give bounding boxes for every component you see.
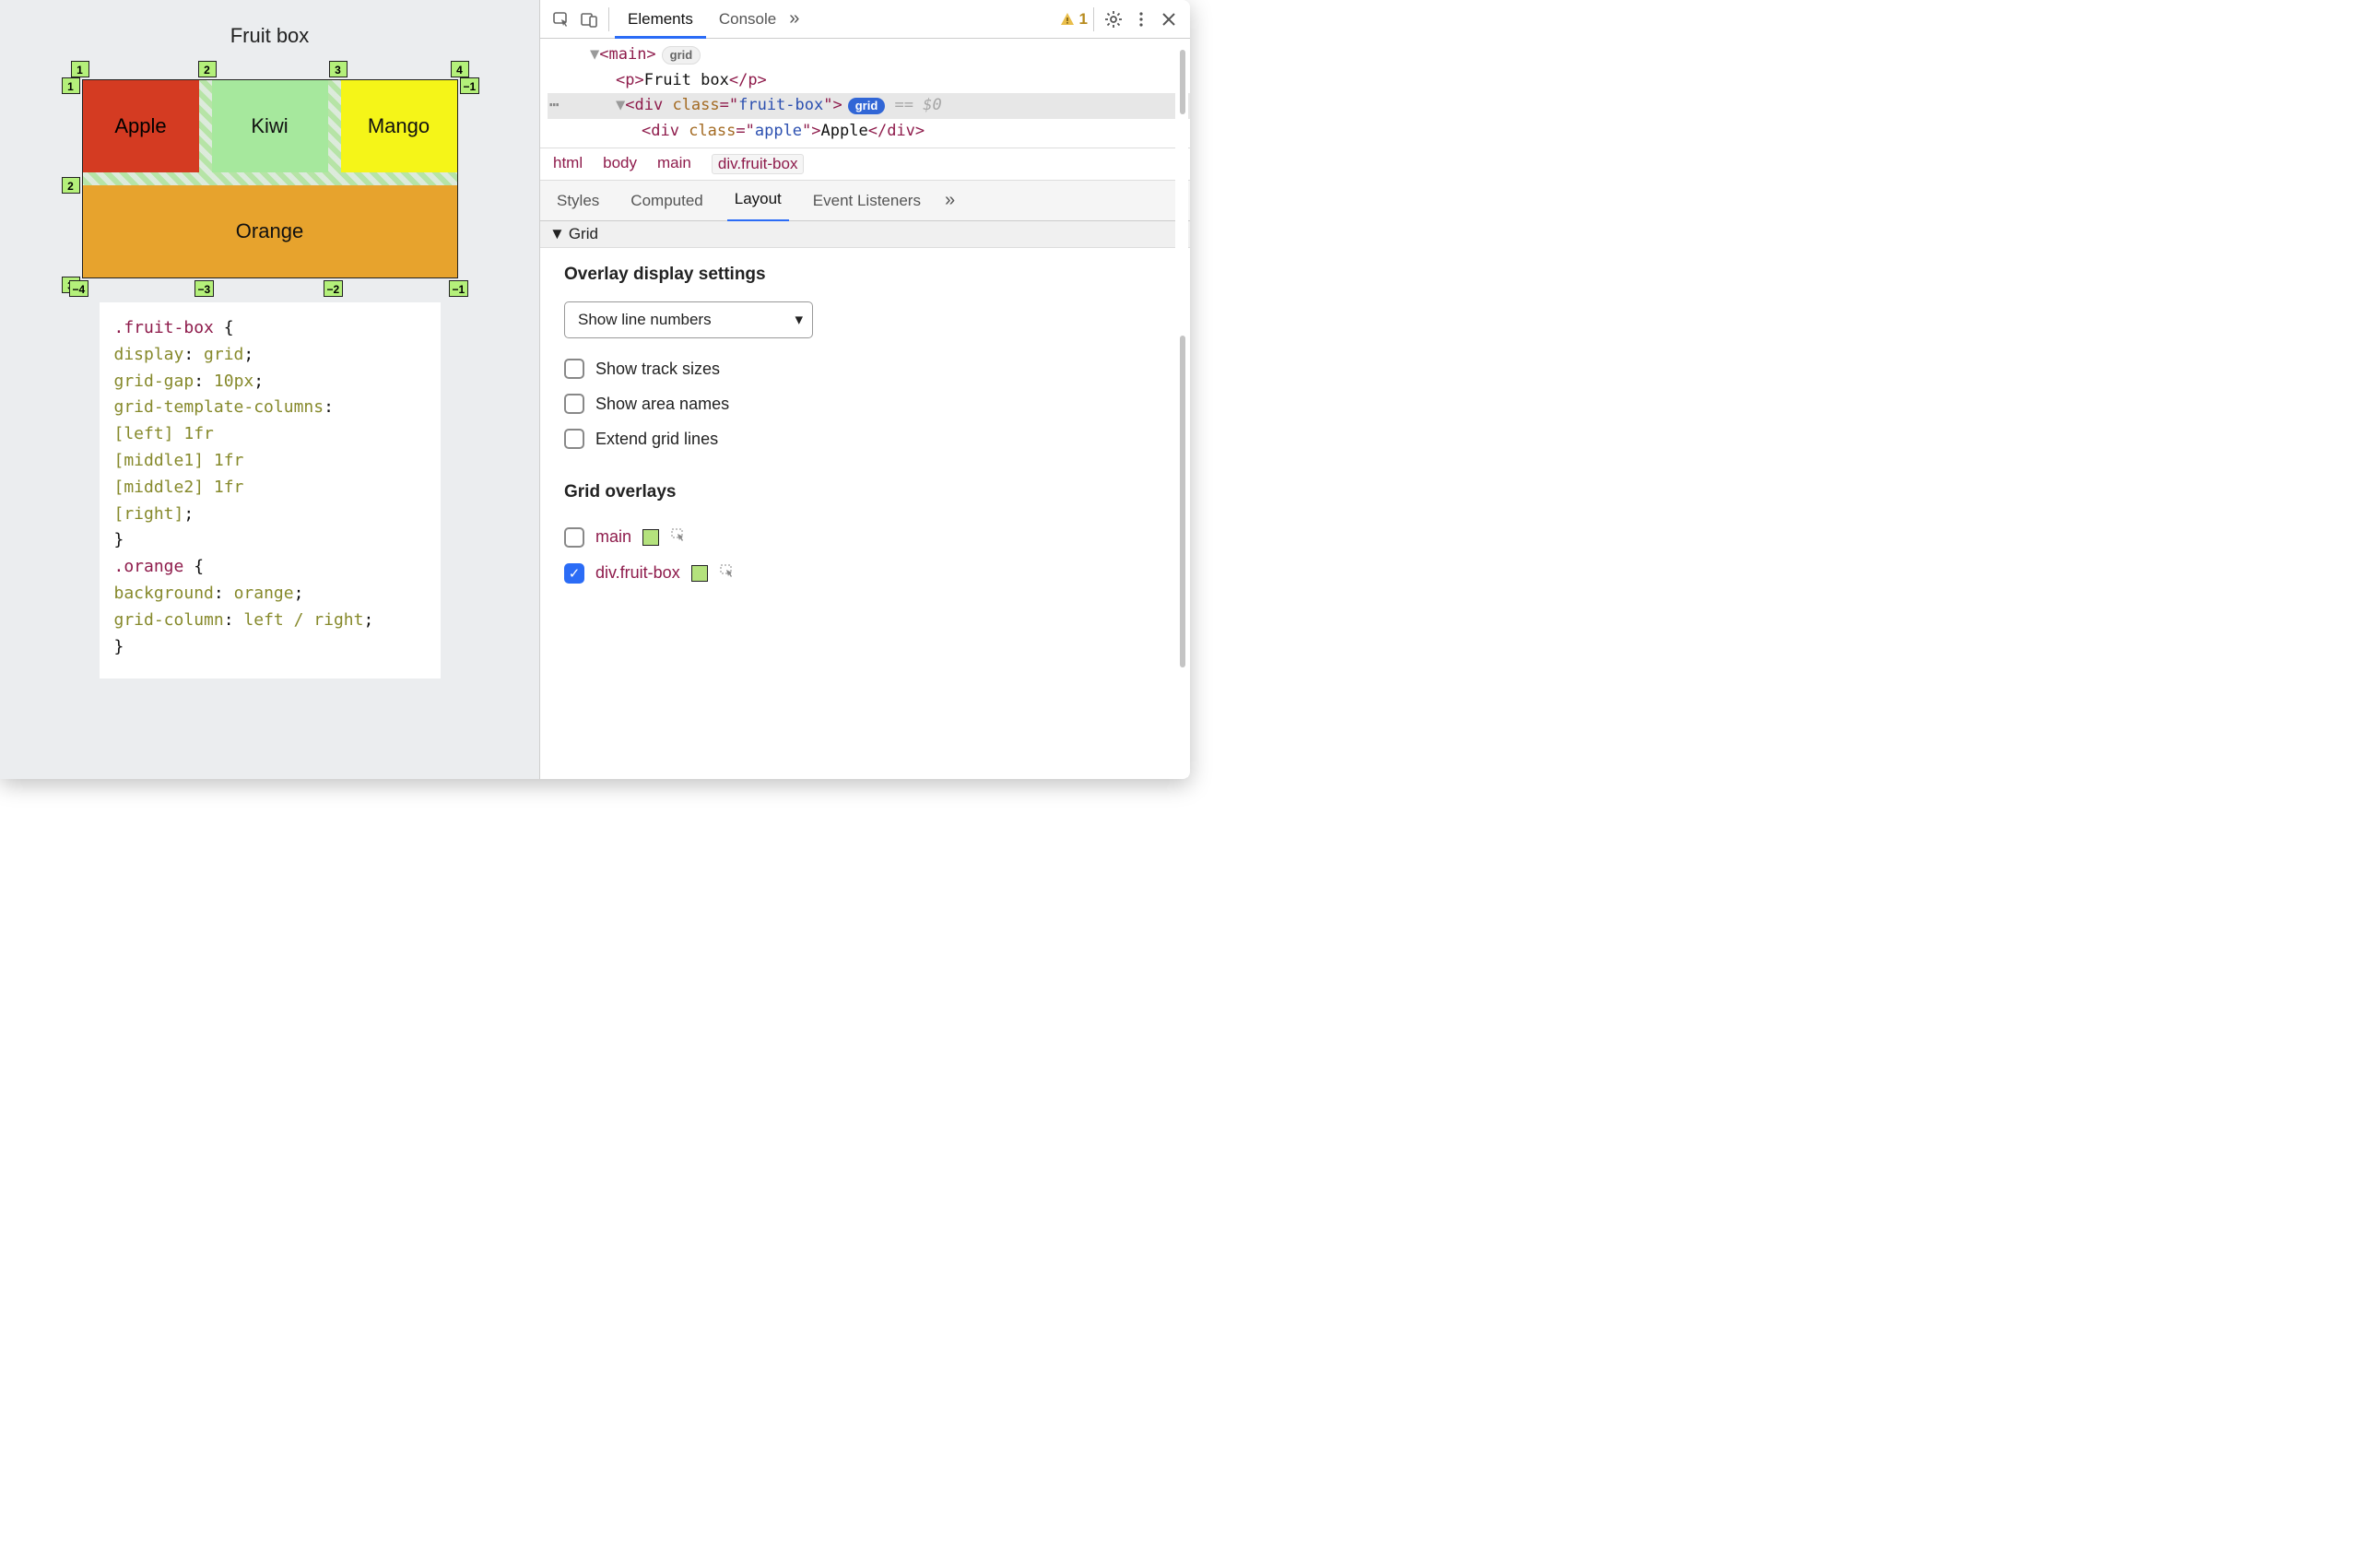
- dom-row[interactable]: <p>Fruit box</p>: [548, 68, 1190, 94]
- preview-title: Fruit box: [230, 24, 310, 48]
- gear-icon[interactable]: [1100, 6, 1127, 33]
- kebab-icon[interactable]: [1127, 6, 1155, 33]
- css-code-block: .fruit-box { display: grid; grid-gap: 10…: [100, 302, 441, 679]
- chevron-down-icon: ▼: [549, 225, 565, 243]
- checkbox-row[interactable]: Extend grid lines: [564, 421, 1166, 456]
- grid-overlays-list: main ✓ div.fruit-box: [564, 519, 1166, 591]
- cell-orange: Orange: [83, 185, 457, 277]
- reveal-element-icon[interactable]: [670, 526, 687, 548]
- breadcrumb[interactable]: html body main div.fruit-box: [540, 148, 1190, 181]
- subtab-computed[interactable]: Computed: [623, 181, 710, 221]
- warning-count[interactable]: 1: [1059, 10, 1088, 29]
- overlay-settings-heading: Overlay display settings: [564, 265, 1166, 285]
- fruit-box-grid: Apple Kiwi Mango Orange: [82, 79, 458, 278]
- checkbox[interactable]: ✓: [564, 563, 584, 584]
- grid-line-badge: 4: [451, 61, 469, 77]
- checkbox-row[interactable]: Show track sizes: [564, 351, 1166, 386]
- grid-line-badge: 3: [329, 61, 348, 77]
- breadcrumb-item[interactable]: html: [553, 154, 583, 174]
- checkbox[interactable]: [564, 394, 584, 414]
- device-toggle-icon[interactable]: [575, 6, 603, 33]
- grid-line-badge: −4: [69, 280, 89, 297]
- grid-line-badge: −3: [194, 280, 215, 297]
- dom-row[interactable]: <div class="apple">Apple</div>: [548, 119, 1190, 145]
- breadcrumb-item[interactable]: main: [657, 154, 691, 174]
- breadcrumb-item[interactable]: body: [603, 154, 637, 174]
- overlay-row[interactable]: ✓ div.fruit-box: [564, 555, 1166, 591]
- inspect-icon[interactable]: [548, 6, 575, 33]
- subtab-event-listeners[interactable]: Event Listeners: [806, 181, 928, 221]
- more-subtabs-icon[interactable]: »: [945, 190, 955, 211]
- chevron-down-icon: ▾: [795, 311, 803, 329]
- scrollbar[interactable]: [1175, 41, 1188, 777]
- checkbox[interactable]: [564, 429, 584, 449]
- page-preview: Fruit box Apple Kiwi Mango Orange 1 2 3 4 1 2…: [0, 0, 539, 779]
- dom-tree[interactable]: ▼<main>grid<p>Fruit box</p>▼<div class="…: [540, 39, 1190, 148]
- overlay-checkboxes: Show track sizes Show area names Extend gr…: [564, 351, 1166, 456]
- overlay-label: div.fruit-box: [595, 563, 680, 583]
- checkbox-label: Extend grid lines: [595, 430, 718, 449]
- overlay-row[interactable]: main: [564, 519, 1166, 555]
- checkbox-row[interactable]: Show area names: [564, 386, 1166, 421]
- line-numbers-select[interactable]: Show line numbers ▾: [564, 301, 813, 338]
- cell-mango: Mango: [341, 80, 457, 172]
- grid-line-badge: 2: [62, 177, 80, 194]
- main-tabs: ElementsConsole: [615, 0, 789, 39]
- grid-line-badge: 1: [62, 77, 80, 94]
- grid-line-badge: −2: [324, 280, 344, 297]
- more-tabs-icon[interactable]: »: [789, 8, 799, 30]
- checkbox[interactable]: [564, 359, 584, 379]
- checkbox[interactable]: [564, 527, 584, 548]
- color-swatch[interactable]: [691, 565, 708, 582]
- subtab-styles[interactable]: Styles: [549, 181, 607, 221]
- reveal-element-icon[interactable]: [719, 562, 736, 584]
- color-swatch[interactable]: [642, 529, 659, 546]
- cell-apple: Apple: [83, 80, 199, 172]
- close-icon[interactable]: [1155, 6, 1183, 33]
- devtools-panel: ElementsConsole » 1 ▼<main>grid<p>Fruit …: [539, 0, 1190, 779]
- checkbox-label: Show track sizes: [595, 360, 720, 379]
- devtools-toolbar: ElementsConsole » 1: [540, 0, 1190, 39]
- subtab-layout[interactable]: Layout: [727, 179, 789, 222]
- tab-elements[interactable]: Elements: [615, 0, 706, 39]
- grid-line-badge: 1: [71, 61, 89, 77]
- breadcrumb-item[interactable]: div.fruit-box: [712, 154, 805, 174]
- overlay-label: main: [595, 527, 631, 547]
- cell-kiwi: Kiwi: [212, 80, 328, 172]
- subtabs: Styles Computed Layout Event Listeners »: [540, 181, 1190, 221]
- grid-line-badge: 2: [198, 61, 217, 77]
- grid-overlays-heading: Grid overlays: [564, 482, 1166, 502]
- grid-line-badge: −1: [460, 77, 480, 94]
- dom-row[interactable]: ▼<main>grid: [548, 42, 1190, 68]
- grid-line-badge: −1: [449, 280, 469, 297]
- grid-overlay-wrap: Apple Kiwi Mango Orange 1234123−4−3−2−1−…: [62, 59, 478, 302]
- grid-section-header[interactable]: ▼ Grid: [540, 221, 1190, 248]
- dom-row[interactable]: ▼<div class="fruit-box">grid == $0: [548, 93, 1190, 119]
- layout-panel-body: Overlay display settings Show line numbe…: [540, 248, 1190, 608]
- checkbox-label: Show area names: [595, 395, 729, 414]
- tab-console[interactable]: Console: [706, 0, 789, 39]
